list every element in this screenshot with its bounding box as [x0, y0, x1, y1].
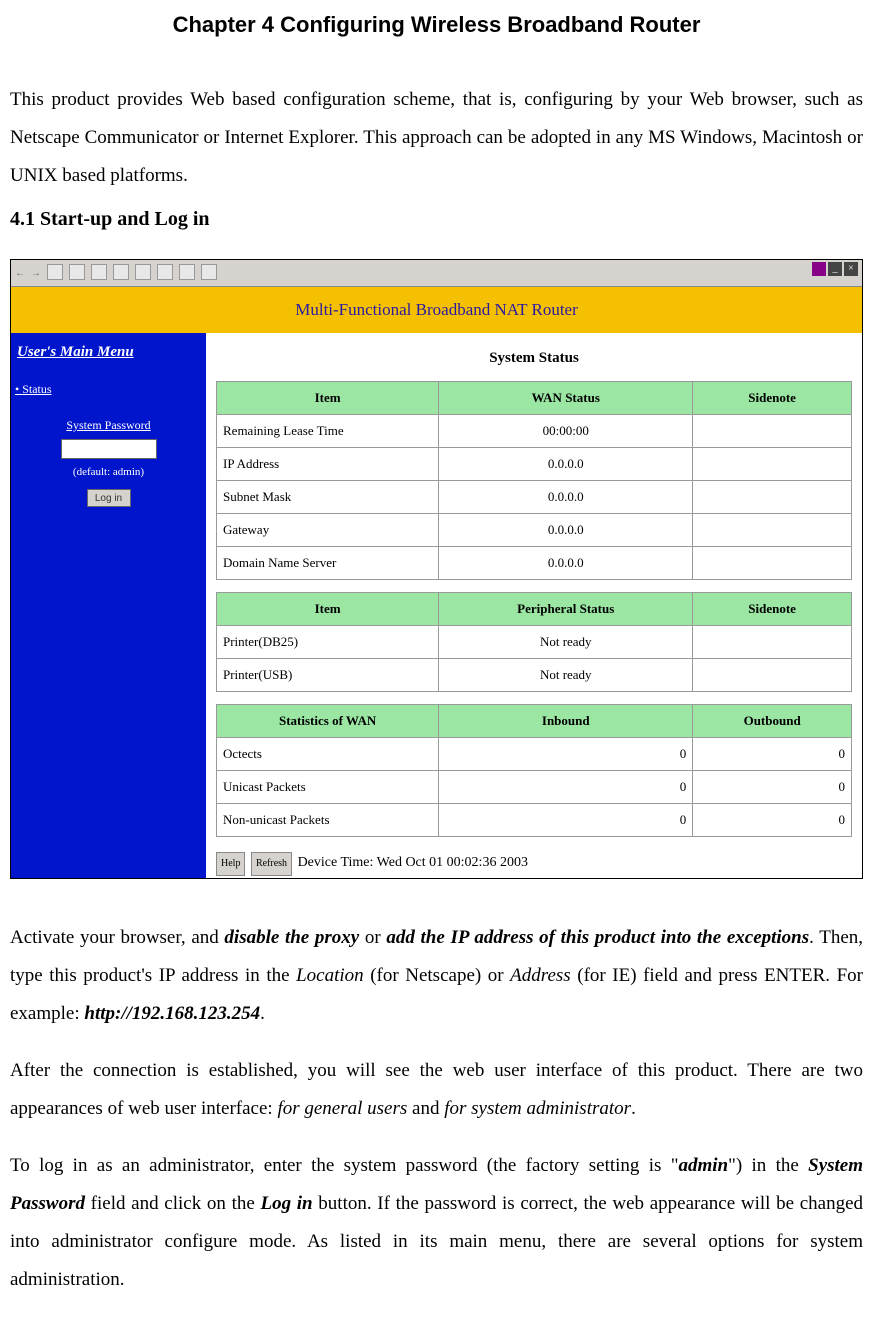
back-icon[interactable]: ← — [15, 264, 25, 284]
table-cell: 0 — [693, 770, 852, 803]
password-default-note: (default: admin) — [17, 461, 200, 483]
chapter-title: Chapter 4 Configuring Wireless Broadband… — [10, 10, 863, 41]
browser-toolbar: ← → _ × — [11, 260, 862, 287]
table-cell — [693, 480, 852, 513]
emphasis-admin: admin — [678, 1155, 728, 1176]
wan-stats-table: Statistics of WAN Inbound Outbound Octec… — [216, 704, 852, 837]
close-icon[interactable]: × — [844, 262, 858, 276]
emphasis-general-users: for general users — [277, 1098, 407, 1119]
table-cell: Octects — [217, 737, 439, 770]
emphasis-location: Location — [296, 965, 364, 986]
th-item: Item — [217, 592, 439, 625]
content-area: System Status Item WAN Status Sidenote R… — [206, 333, 862, 878]
help-button[interactable]: Help — [216, 852, 245, 876]
table-cell: Printer(USB) — [217, 658, 439, 691]
emphasis-add-exception: add the IP address of this product into … — [386, 927, 809, 948]
mail-icon[interactable] — [157, 264, 173, 280]
table-cell: 00:00:00 — [439, 414, 693, 447]
emphasis-address: Address — [510, 965, 571, 986]
section-heading: 4.1 Start-up and Log in — [10, 199, 863, 239]
table-cell — [693, 625, 852, 658]
toolbar-right: _ × — [812, 262, 858, 276]
table-cell: 0 — [439, 737, 693, 770]
search-icon[interactable] — [113, 264, 129, 280]
login-button[interactable]: Log in — [87, 489, 131, 507]
th-side: Sidenote — [693, 592, 852, 625]
th-stats: Statistics of WAN — [217, 704, 439, 737]
intro-paragraph: This product provides Web based configur… — [10, 81, 863, 195]
sidebar: User's Main Menu • Status System Passwor… — [11, 333, 206, 878]
table-cell: Domain Name Server — [217, 546, 439, 579]
router-screenshot: ← → _ × Multi-Functional Broadband NAT R… — [10, 259, 863, 879]
print-icon[interactable] — [135, 264, 151, 280]
table-cell: Printer(DB25) — [217, 625, 439, 658]
table-cell: 0.0.0.0 — [439, 447, 693, 480]
reload-icon[interactable] — [69, 264, 85, 280]
password-label: System Password — [17, 413, 200, 437]
tab-1[interactable] — [812, 262, 826, 276]
table-cell — [693, 447, 852, 480]
table-cell: IP Address — [217, 447, 439, 480]
stop-icon[interactable] — [47, 264, 63, 280]
table-cell — [693, 513, 852, 546]
forward-icon[interactable]: → — [31, 264, 41, 284]
table-cell: 0 — [693, 737, 852, 770]
paragraph-3: To log in as an administrator, enter the… — [10, 1147, 863, 1299]
th-outbound: Outbound — [693, 704, 852, 737]
table-cell: 0 — [693, 803, 852, 836]
password-input[interactable] — [61, 439, 157, 459]
refresh-button[interactable]: Refresh — [251, 852, 292, 876]
paragraph-2: After the connection is established, you… — [10, 1052, 863, 1128]
home-icon[interactable] — [91, 264, 107, 280]
emphasis-sys-admin: for system administrator — [444, 1098, 631, 1119]
table-cell: Non-unicast Packets — [217, 803, 439, 836]
peripheral-status-table: Item Peripheral Status Sidenote Printer(… — [216, 592, 852, 692]
table-cell: Gateway — [217, 513, 439, 546]
history-icon[interactable] — [201, 264, 217, 280]
table-cell — [693, 658, 852, 691]
table-cell — [693, 414, 852, 447]
sidebar-item-status[interactable]: • Status — [15, 377, 200, 401]
th-sidenote: Sidenote — [693, 381, 852, 414]
favorites-icon[interactable] — [179, 264, 195, 280]
emphasis-disable-proxy: disable the proxy — [224, 927, 359, 948]
table-cell: Not ready — [439, 625, 693, 658]
menu-title: User's Main Menu — [17, 337, 200, 367]
table-cell: 0.0.0.0 — [439, 480, 693, 513]
table-cell: Not ready — [439, 658, 693, 691]
table-cell: Remaining Lease Time — [217, 414, 439, 447]
th-peri: Peripheral Status — [439, 592, 693, 625]
table-cell: Subnet Mask — [217, 480, 439, 513]
table-cell: Unicast Packets — [217, 770, 439, 803]
router-banner: Multi-Functional Broadband NAT Router — [11, 287, 862, 333]
minimize-icon[interactable]: _ — [828, 262, 842, 276]
toolbar-left: ← → — [15, 264, 217, 284]
table-cell: 0 — [439, 803, 693, 836]
th-item: Item — [217, 381, 439, 414]
wan-status-table: Item WAN Status Sidenote Remaining Lease… — [216, 381, 852, 580]
table-cell: 0.0.0.0 — [439, 513, 693, 546]
paragraph-1: Activate your browser, and disable the p… — [10, 919, 863, 1033]
table-cell — [693, 546, 852, 579]
device-time: Device Time: Wed Oct 01 00:02:36 2003 — [298, 855, 528, 870]
th-wanstatus: WAN Status — [439, 381, 693, 414]
emphasis-login: Log in — [260, 1193, 312, 1214]
example-url: http://192.168.123.254 — [84, 1003, 260, 1024]
table-cell: 0 — [439, 770, 693, 803]
th-inbound: Inbound — [439, 704, 693, 737]
content-title: System Status — [216, 343, 852, 373]
table-cell: 0.0.0.0 — [439, 546, 693, 579]
